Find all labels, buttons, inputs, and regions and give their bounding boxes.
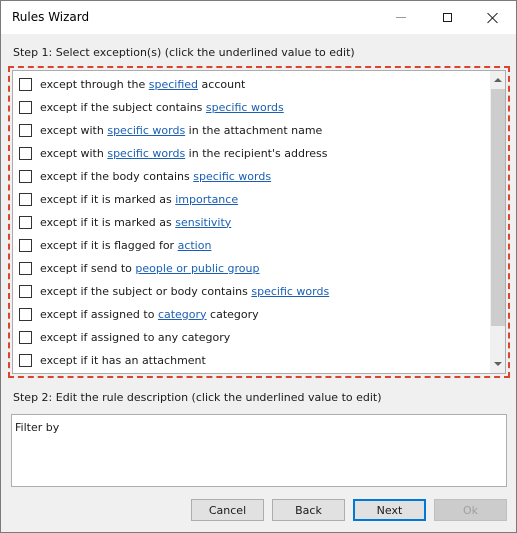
- exception-item[interactable]: except if assigned to any category: [19, 327, 230, 347]
- exception-item[interactable]: except if the body contains specific wor…: [19, 166, 271, 186]
- exception-item[interactable]: except if the subject or body contains s…: [19, 281, 329, 301]
- exception-link[interactable]: specific words: [193, 170, 271, 183]
- exception-link[interactable]: people or public group: [135, 262, 259, 275]
- exception-text: in the attachment name: [185, 123, 323, 137]
- minimize-icon: [396, 17, 406, 18]
- exception-text: except if it is marked as: [40, 215, 176, 229]
- exception-checkbox[interactable]: [19, 330, 32, 344]
- exception-text: except with: [40, 146, 108, 160]
- back-button[interactable]: Back: [272, 499, 345, 521]
- exception-link[interactable]: specific words: [107, 147, 185, 160]
- exception-checkbox[interactable]: [19, 238, 32, 252]
- close-button[interactable]: [470, 1, 516, 34]
- exception-checkbox[interactable]: [19, 284, 32, 298]
- exception-text: except through the: [40, 77, 149, 91]
- exception-text: except if assigned to: [40, 307, 158, 321]
- step1-label: Step 1: Select exception(s) (click the u…: [13, 46, 355, 59]
- exception-checkbox[interactable]: [19, 353, 32, 367]
- exception-item[interactable]: except if it is marked as sensitivity: [19, 212, 231, 232]
- exception-text: in the recipient's address: [185, 146, 328, 160]
- exception-text: category: [206, 307, 259, 321]
- exception-link[interactable]: importance: [175, 193, 238, 206]
- exception-link[interactable]: specific words: [251, 285, 329, 298]
- exception-link[interactable]: specific words: [206, 101, 284, 114]
- chevron-down-icon: [494, 362, 502, 366]
- exception-text: except if it is flagged for: [40, 238, 178, 252]
- close-icon: [487, 12, 499, 24]
- exception-item[interactable]: except through the specified account: [19, 74, 245, 94]
- exceptions-scrollbar[interactable]: [490, 71, 505, 373]
- exception-item[interactable]: except with specific words in the recipi…: [19, 143, 327, 163]
- exception-checkbox[interactable]: [19, 261, 32, 275]
- maximize-icon: [442, 13, 452, 22]
- exception-text: except if it has an attachment: [40, 353, 206, 367]
- minimize-button[interactable]: [378, 1, 424, 34]
- step2-label: Step 2: Edit the rule description (click…: [13, 391, 382, 404]
- exception-checkbox[interactable]: [19, 307, 32, 321]
- exception-checkbox[interactable]: [19, 215, 32, 229]
- exception-item[interactable]: except if the subject contains specific …: [19, 97, 284, 117]
- scroll-up-button[interactable]: [490, 72, 505, 88]
- exception-text: except if the subject contains: [40, 100, 206, 114]
- exception-item[interactable]: except if it is marked as importance: [19, 189, 238, 209]
- scroll-thumb[interactable]: [491, 89, 505, 326]
- rule-description-box[interactable]: Filter by: [11, 414, 507, 487]
- exception-text: except if send to: [40, 261, 136, 275]
- exception-link[interactable]: specified: [149, 78, 198, 91]
- exception-checkbox[interactable]: [19, 192, 32, 206]
- exception-checkbox[interactable]: [19, 100, 32, 114]
- exception-checkbox[interactable]: [19, 169, 32, 183]
- exception-text: account: [198, 77, 246, 91]
- exception-link[interactable]: specific words: [107, 124, 185, 137]
- ok-button: Ok: [434, 499, 507, 521]
- exception-checkbox[interactable]: [19, 123, 32, 137]
- exception-item[interactable]: except if it has an attachment: [19, 350, 206, 370]
- exception-item[interactable]: except with specific words in the attach…: [19, 120, 322, 140]
- chevron-up-icon: [494, 78, 502, 82]
- rule-description-text: Filter by: [15, 421, 60, 434]
- exception-text: except with: [40, 123, 108, 137]
- scroll-down-button[interactable]: [490, 356, 505, 372]
- exception-item[interactable]: except if assigned to category category: [19, 304, 259, 324]
- exception-text: except if it is marked as: [40, 192, 176, 206]
- next-button[interactable]: Next: [353, 499, 426, 521]
- exceptions-list[interactable]: except through the specified account exc…: [12, 70, 506, 374]
- exception-checkbox[interactable]: [19, 77, 32, 91]
- exception-checkbox[interactable]: [19, 146, 32, 160]
- exception-link[interactable]: category: [158, 308, 207, 321]
- exception-link[interactable]: action: [178, 239, 212, 252]
- exception-text: except if the body contains: [40, 169, 194, 183]
- window-title: Rules Wizard: [12, 10, 90, 24]
- exception-item[interactable]: except if send to people or public group: [19, 258, 260, 278]
- maximize-button[interactable]: [424, 1, 470, 34]
- rules-wizard-window: Rules Wizard Step 1: Select exception(s)…: [0, 0, 517, 533]
- cancel-button[interactable]: Cancel: [191, 499, 264, 521]
- exception-text: except if assigned to any category: [40, 330, 231, 344]
- exception-text: except if the subject or body contains: [40, 284, 252, 298]
- exception-link[interactable]: sensitivity: [175, 216, 231, 229]
- title-bar: Rules Wizard: [1, 1, 516, 34]
- exception-item[interactable]: except if it is flagged for action: [19, 235, 211, 255]
